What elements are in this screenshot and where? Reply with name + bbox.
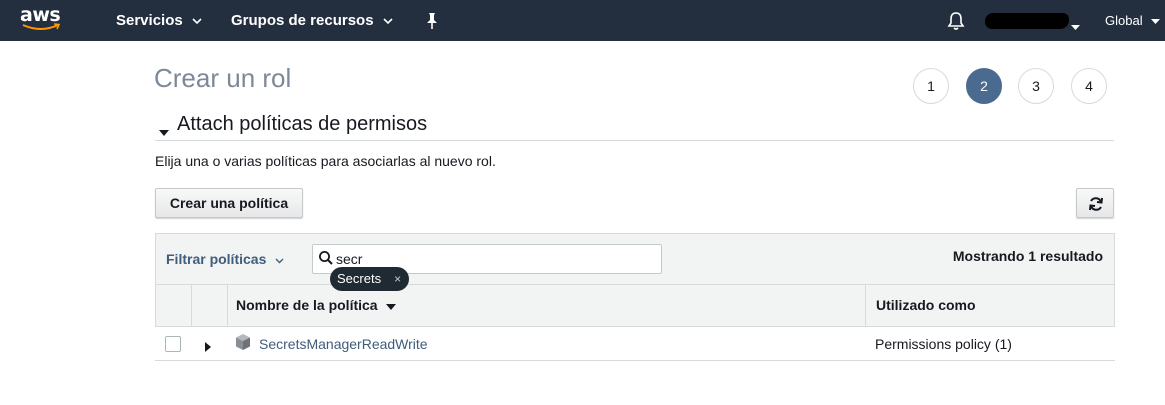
aws-logo[interactable]: aws — [20, 4, 64, 34]
search-suggestion-label: Secrets — [337, 271, 382, 286]
refresh-icon — [1089, 197, 1103, 211]
create-policy-button[interactable]: Crear una política — [155, 188, 303, 218]
expand-row-icon[interactable] — [205, 339, 211, 357]
header-expand-cell — [192, 285, 228, 326]
services-label: Servicios — [116, 12, 183, 29]
search-suggestion-tag[interactable]: Secrets × — [330, 267, 410, 291]
policy-cube-icon — [234, 333, 252, 356]
services-menu[interactable]: Servicios — [116, 0, 202, 41]
section-header[interactable]: Attach políticas de permisos — [155, 113, 1114, 141]
header-checkbox-cell — [156, 285, 192, 326]
region-label: Global — [1105, 13, 1143, 28]
table-row: SecretsManagerReadWrite Permissions poli… — [155, 327, 1115, 361]
policies-table: Filtrar políticas Mostrando 1 resultado … — [155, 233, 1115, 361]
filter-bar: Filtrar políticas Mostrando 1 resultado — [155, 233, 1115, 285]
chevron-down-icon — [382, 0, 393, 40]
column-header-used-as[interactable]: Utilizado como — [876, 297, 976, 313]
bell-icon[interactable] — [947, 11, 965, 31]
chevron-down-icon — [1071, 18, 1080, 36]
chevron-down-icon — [192, 0, 202, 40]
section-title: Attach políticas de permisos — [177, 113, 428, 135]
resource-groups-menu[interactable]: Grupos de recursos — [231, 0, 393, 41]
page-title: Crear un rol — [154, 63, 292, 93]
policy-used-as: Permissions policy (1) — [875, 336, 1012, 352]
filter-policies-dropdown[interactable]: Filtrar políticas — [166, 251, 284, 268]
region-menu[interactable]: Global — [1105, 0, 1160, 41]
chevron-down-icon — [275, 251, 284, 267]
close-icon[interactable]: × — [394, 267, 401, 291]
resource-groups-label: Grupos de recursos — [231, 12, 374, 29]
step-1[interactable]: 1 — [913, 68, 949, 104]
policy-name-link[interactable]: SecretsManagerReadWrite — [259, 336, 428, 352]
account-menu[interactable] — [985, 13, 1080, 30]
row-checkbox[interactable] — [165, 336, 181, 352]
pin-icon[interactable] — [424, 12, 440, 30]
refresh-button[interactable] — [1076, 188, 1114, 218]
filter-policies-label: Filtrar políticas — [166, 251, 267, 267]
column-divider — [865, 285, 866, 326]
results-count: Mostrando 1 resultado — [952, 248, 1103, 264]
aws-smile-icon — [22, 23, 61, 30]
step-3[interactable]: 3 — [1018, 68, 1054, 104]
section-description: Elija una o varias políticas para asocia… — [155, 153, 496, 169]
top-navigation-bar: aws Servicios Grupos de recursos Global — [0, 0, 1165, 41]
step-2-active[interactable]: 2 — [966, 68, 1002, 104]
column-header-policy-name[interactable]: Nombre de la política — [236, 297, 396, 314]
step-4[interactable]: 4 — [1071, 68, 1107, 104]
search-icon — [318, 250, 334, 271]
chevron-down-icon — [1150, 0, 1160, 41]
sort-descending-icon — [385, 297, 396, 313]
column-header-policy-name-label: Nombre de la política — [236, 297, 378, 313]
table-header: Nombre de la política Utilizado como — [155, 285, 1115, 327]
caret-down-icon — [159, 123, 169, 141]
redacted-account-name — [985, 13, 1069, 29]
wizard-steps: 1 2 3 4 — [913, 68, 1113, 104]
